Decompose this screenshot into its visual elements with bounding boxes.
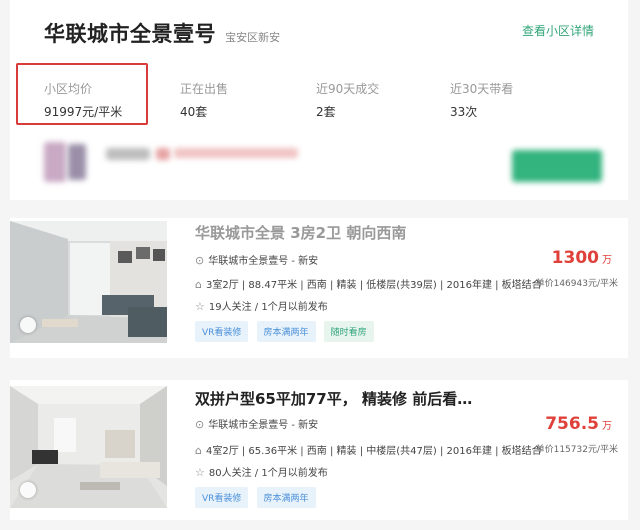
listing-card[interactable]: 双拼户型65平加77平， 精装修 前后看… ⊙ 华联城市全景壹号 - 新安 ⌂ 4室… [10,380,628,520]
listing-photo[interactable] [10,221,167,343]
vr-badge-icon[interactable] [20,317,36,333]
listing-followers-row: ☆ 80人关注 / 1个月以前发布 [195,464,328,479]
listing-specs-row: ⌂ 3室2厅 | 88.47平米 | 西南 | 精装 | 低楼层(共39层) | … [195,276,542,291]
listing-specs: 3室2厅 | 88.47平米 | 西南 | 精装 | 低楼层(共39层) | 2… [205,280,542,291]
stat-label: 正在出售 [180,82,229,96]
house-icon: ⌂ [195,278,202,291]
listing-tags: VR看装修 房本满两年 [195,486,319,508]
listing-followers: 80人关注 / 1个月以前发布 [208,468,328,479]
agent-row-blurred [44,140,614,186]
community-detail-link[interactable]: 查看小区详情 [522,22,594,39]
listing-location-row: ⊙ 华联城市全景壹号 - 新安 [195,416,318,431]
stat-value: 2套 [316,105,336,119]
listing-unit-price: 单价146943元/平米 [535,279,618,289]
stat-30d-viewings: 近30天带看 33次 [450,80,513,120]
tag-anytime-viewing: 随时看房 [323,321,374,342]
listing-followers: 19人关注 / 1个月以前发布 [208,302,328,313]
agent-badge-blurred [156,148,170,160]
price-value: 756.5 [545,414,599,434]
stat-value: 40套 [180,105,208,119]
price-unit: 万 [602,255,612,266]
avg-price-highlight [16,63,148,125]
stat-label: 近30天带看 [450,82,514,96]
stat-90d-deals: 近90天成交 2套 [316,80,379,120]
house-icon: ⌂ [195,444,202,457]
agent-avatar-blurred [68,144,86,180]
agent-name-blurred [106,148,150,160]
listing-title[interactable]: 双拼户型65平加77平， 精装修 前后看… [195,388,472,409]
tag-vr: VR看装修 [195,321,249,342]
tag-vr: VR看装修 [195,487,249,508]
community-name: 华联城市全景壹号 [44,22,216,46]
listing-photo[interactable] [10,386,167,508]
community-district: 宝安区新安 [225,31,281,44]
agent-info-blurred [174,148,298,158]
listing-price: 756.5 万 [545,414,612,434]
price-unit: 万 [602,421,612,432]
listing-specs-row: ⌂ 4室2厅 | 65.36平米 | 西南 | 精装 | 中楼层(共47层) | … [195,442,542,457]
listing-followers-row: ☆ 19人关注 / 1个月以前发布 [195,298,328,313]
listing-title[interactable]: 华联城市全景 3房2卫 朝向西南 [195,222,406,243]
listing-location[interactable]: 华联城市全景壹号 - 新安 [208,256,318,267]
community-title-row: 华联城市全景壹号 宝安区新安 [44,18,280,48]
location-pin-icon: ⊙ [195,254,205,267]
tag-cert-two-years: 房本满两年 [256,487,316,508]
listing-unit-price: 单价115732元/平米 [535,445,618,455]
stat-label: 近90天成交 [316,82,380,96]
price-value: 1300 [551,248,599,268]
listing-card[interactable]: 华联城市全景 3房2卫 朝向西南 ⊙ 华联城市全景壹号 - 新安 ⌂ 3室2厅 | … [10,218,628,358]
listing-specs: 4室2厅 | 65.36平米 | 西南 | 精装 | 中楼层(共47层) | 2… [205,446,542,457]
star-icon: ☆ [195,300,205,313]
contact-button-blurred[interactable] [512,150,602,182]
listing-price: 1300 万 [552,248,612,268]
location-pin-icon: ⊙ [195,418,205,431]
stat-value: 33次 [450,105,478,119]
tag-cert-two-years: 房本满两年 [256,321,316,342]
listing-tags: VR看装修 房本满两年 随时看房 [195,320,377,342]
stat-on-sale: 正在出售 40套 [180,80,228,120]
listing-location[interactable]: 华联城市全景壹号 - 新安 [208,420,318,431]
listing-location-row: ⊙ 华联城市全景壹号 - 新安 [195,252,318,267]
star-icon: ☆ [195,466,205,479]
vr-badge-icon[interactable] [20,482,36,498]
agent-avatar-blurred [44,142,66,182]
